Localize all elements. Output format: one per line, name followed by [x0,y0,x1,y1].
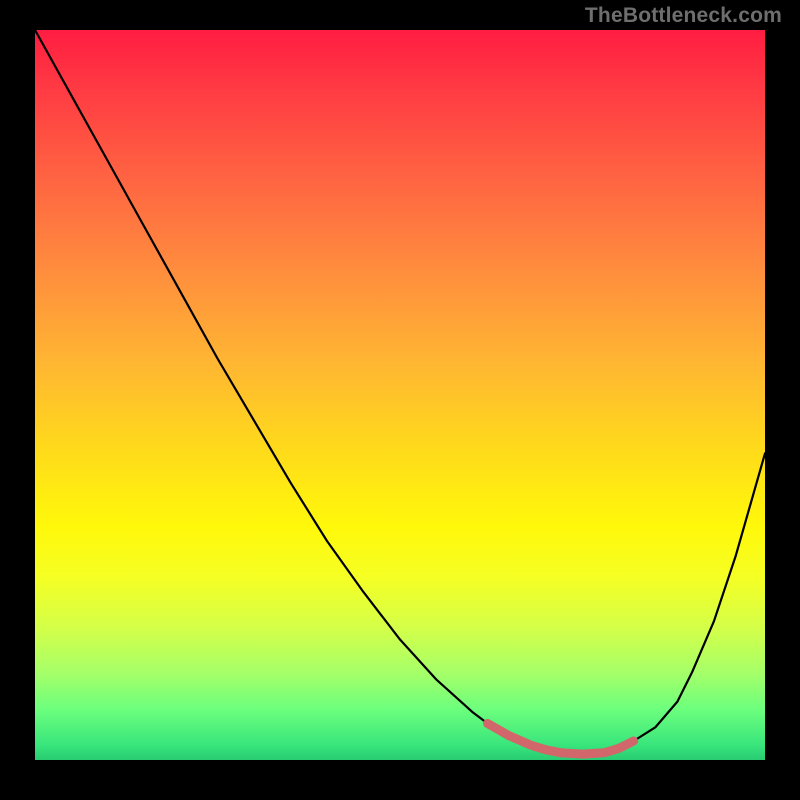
chart-curves-svg [35,30,765,760]
watermark-text: TheBottleneck.com [585,4,782,28]
bottleneck-curve [35,30,765,754]
optimal-range-marker [488,724,634,755]
chart-plot-area [35,30,765,760]
